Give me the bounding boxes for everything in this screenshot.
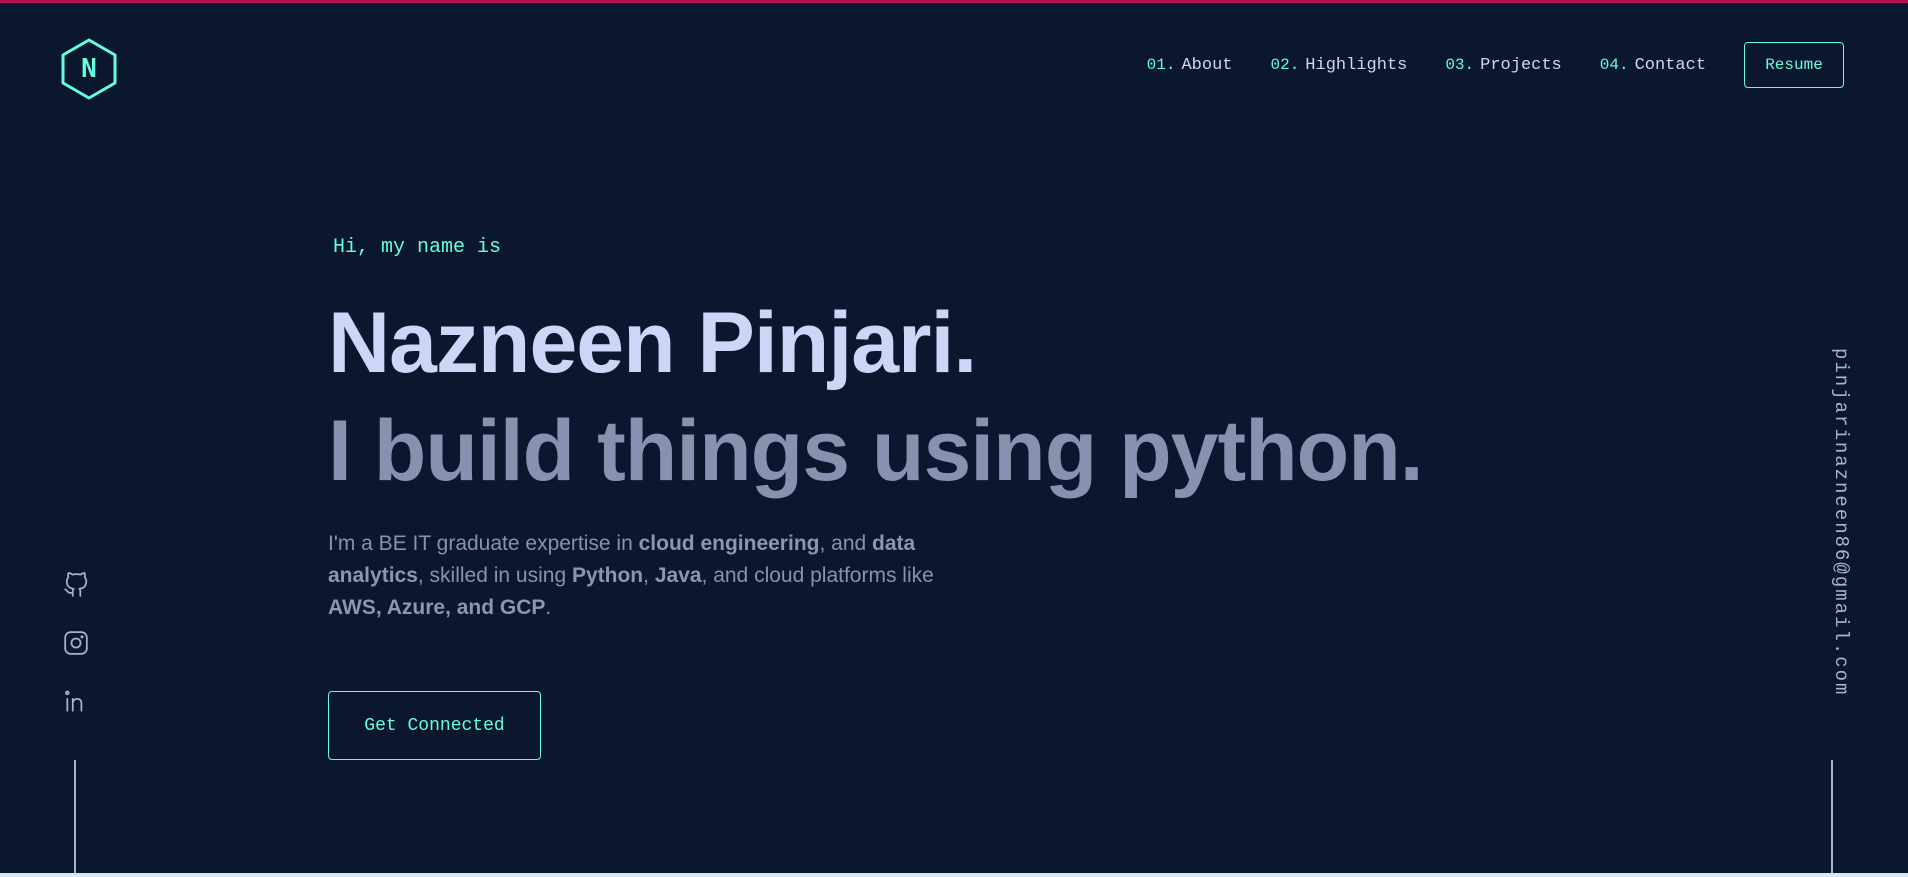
hero-description: I'm a BE IT graduate expertise in cloud … <box>328 528 968 624</box>
nav-item-projects[interactable]: 03. Projects <box>1445 41 1561 89</box>
hero-tagline: I build things using python. <box>328 403 1424 499</box>
description-highlight: AWS, Azure, and GCP <box>328 596 546 619</box>
description-highlight: Java <box>654 564 702 587</box>
description-text: . <box>545 596 552 619</box>
nav-number: 01. <box>1146 56 1176 74</box>
linkedin-icon <box>65 690 83 712</box>
nav-label: Highlights <box>1305 56 1408 75</box>
github-icon <box>64 572 88 597</box>
logo-letter: N <box>81 54 97 84</box>
get-connected-button[interactable]: Get Connected <box>328 691 541 760</box>
nav-item-highlights[interactable]: 02. Highlights <box>1270 41 1407 89</box>
description-text: , skilled in using <box>417 564 572 587</box>
nav-label: About <box>1181 56 1233 75</box>
instagram-icon <box>64 631 88 655</box>
resume-button[interactable]: Resume <box>1744 42 1844 88</box>
top-accent-bar <box>0 0 1908 3</box>
hero-name: Nazneen Pinjari. <box>328 295 977 391</box>
description-text: I'm a BE IT graduate expertise in <box>328 532 639 555</box>
description-highlight: cloud engineering <box>638 532 820 555</box>
instagram-link[interactable] <box>63 630 89 656</box>
email-link[interactable]: pinjarinazneen86@gmail.com <box>1812 348 1852 696</box>
nav-number: 04. <box>1599 56 1629 74</box>
description-text: , and cloud platforms like <box>701 564 934 587</box>
logo[interactable]: N <box>60 38 118 100</box>
nav-label: Projects <box>1480 56 1562 75</box>
email-divider-line <box>1831 760 1833 877</box>
description-text: , <box>643 564 655 587</box>
description-text: , and <box>819 532 873 555</box>
social-divider-line <box>74 760 76 877</box>
nav-item-contact[interactable]: 04. Contact <box>1600 41 1706 89</box>
nav-label: Contact <box>1634 56 1706 75</box>
linkedin-link[interactable] <box>63 688 89 714</box>
hero-intro: Hi, my name is <box>333 236 502 259</box>
nav-number: 03. <box>1445 56 1475 74</box>
hero-section: Hi, my name is Nazneen Pinjari. I build … <box>328 236 1424 619</box>
bottom-edge-strip <box>0 873 1908 877</box>
top-navigation: 01. About 02. Highlights 03. Projects 04… <box>1147 41 1844 89</box>
github-link[interactable] <box>63 572 89 598</box>
nav-number: 02. <box>1270 56 1300 74</box>
nav-item-about[interactable]: 01. About <box>1147 41 1233 89</box>
description-highlight: Python <box>571 564 644 587</box>
social-links <box>62 572 90 746</box>
